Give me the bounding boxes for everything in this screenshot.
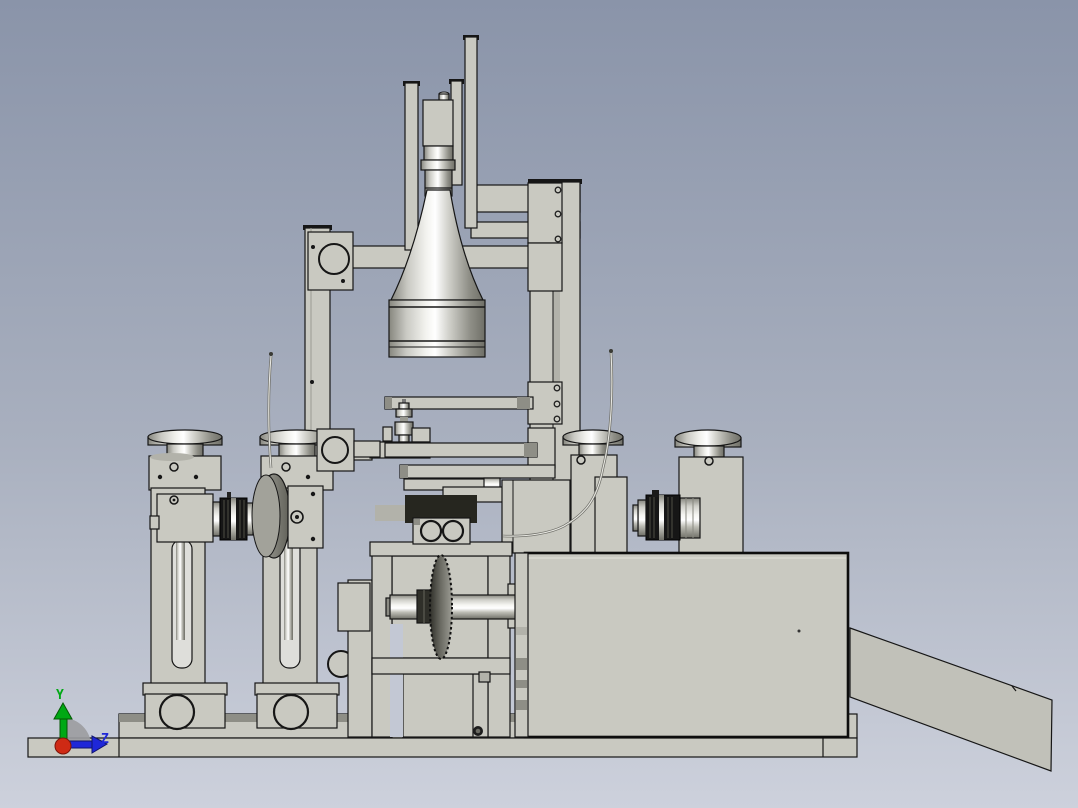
post-clamp-ring	[318, 243, 350, 275]
origin-point	[54, 737, 72, 755]
cad-viewport[interactable]: Y Z	[0, 0, 1078, 808]
axis-z-label: Z	[101, 732, 109, 747]
drive-shaft	[389, 594, 519, 620]
backlight-disc	[251, 473, 291, 559]
electronics-enclosure	[514, 551, 850, 739]
top-camera	[420, 91, 456, 197]
side-camera-left	[149, 492, 254, 543]
axis-y-label: Y	[56, 688, 64, 703]
roller-block	[412, 517, 471, 545]
